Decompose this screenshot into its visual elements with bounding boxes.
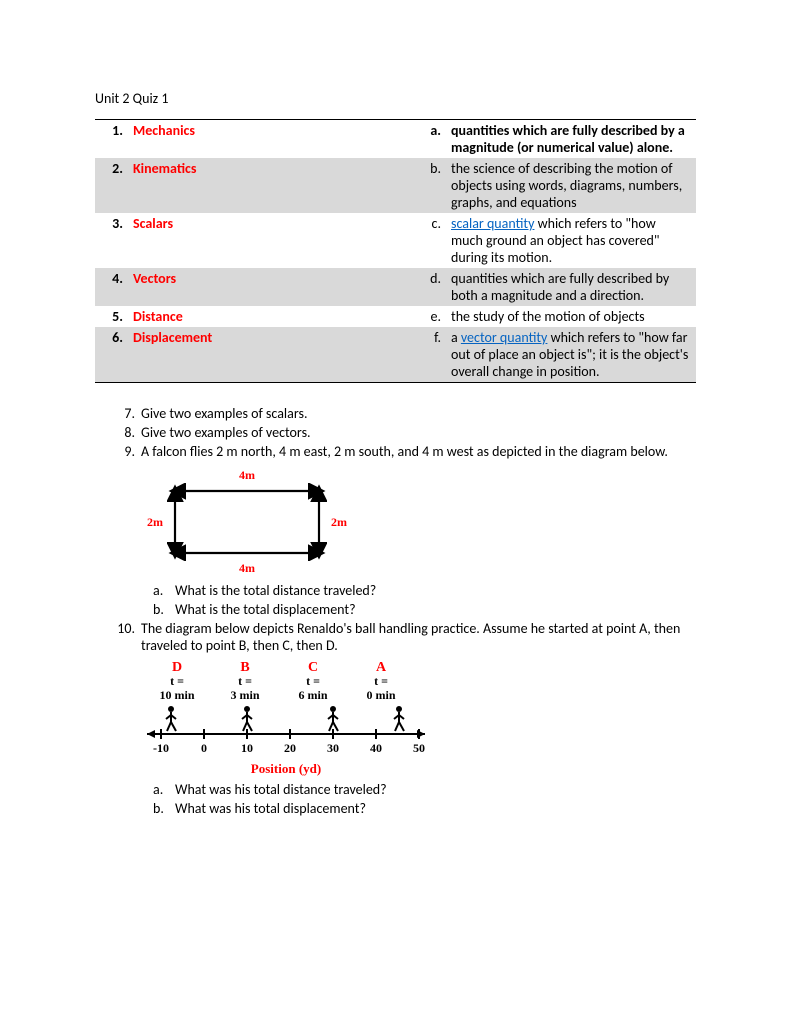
rectangle-diagram: 4m 2m 2m xyxy=(141,466,353,578)
sub-text: What is the total distance traveled? xyxy=(175,582,376,599)
def-letter: c. xyxy=(419,213,447,268)
nl-time: t = xyxy=(149,675,205,688)
numberline-diagram: Dt =10 minBt =3 minCt =6 minAt =0 min -1… xyxy=(141,660,431,777)
sub-text: What was his total displacement? xyxy=(175,800,366,817)
question-text: Give two examples of vectors. xyxy=(141,424,696,441)
question-number: 8. xyxy=(109,424,141,441)
rectangle-svg xyxy=(167,483,327,561)
definition-link[interactable]: vector quantity xyxy=(461,329,548,346)
nl-time: t = xyxy=(353,675,409,688)
term-number: 5. xyxy=(95,306,129,327)
nl-column: At =0 min xyxy=(353,660,409,702)
numberline-svg: -10 0 10 20 30 40 50 xyxy=(141,702,431,754)
definition: scalar quantity which refers to "how muc… xyxy=(447,213,696,268)
term: Distance xyxy=(129,306,419,327)
rect-left-label: 2m xyxy=(143,515,167,530)
question-9b: b. What is the total displacement? xyxy=(95,601,696,618)
def-letter: b. xyxy=(419,158,447,213)
nl-letter: D xyxy=(149,660,205,675)
def-letter: e. xyxy=(419,306,447,327)
sub-text: What was his total distance traveled? xyxy=(175,781,387,798)
question-7: 7. Give two examples of scalars. xyxy=(95,405,696,422)
svg-text:10: 10 xyxy=(241,741,253,754)
term: Mechanics xyxy=(129,120,419,159)
nl-time-val: 0 min xyxy=(353,689,409,702)
question-10b: b. What was his total displacement? xyxy=(95,800,696,817)
axis-label: Position (yd) xyxy=(141,761,431,777)
term: Vectors xyxy=(129,268,419,306)
svg-text:20: 20 xyxy=(284,741,296,754)
term-number: 1. xyxy=(95,120,129,159)
question-8: 8. Give two examples of vectors. xyxy=(95,424,696,441)
nl-time: t = xyxy=(285,675,341,688)
question-10: 10. The diagram below depicts Renaldo's … xyxy=(95,620,696,654)
match-row: 6.Displacementf.a vector quantity which … xyxy=(95,327,696,383)
question-text: The diagram below depicts Renaldo's ball… xyxy=(141,620,696,654)
definition: the study of the motion of objects xyxy=(447,306,696,327)
match-row: 3.Scalarsc.scalar quantity which refers … xyxy=(95,213,696,268)
nl-letter: B xyxy=(217,660,273,675)
svg-text:40: 40 xyxy=(370,741,382,754)
sub-text: What is the total displacement? xyxy=(175,601,356,618)
nl-time-val: 6 min xyxy=(285,689,341,702)
svg-text:0: 0 xyxy=(201,741,207,754)
def-letter: a. xyxy=(419,120,447,159)
definition-link[interactable]: scalar quantity xyxy=(451,215,534,232)
definition: quantities which are fully described by … xyxy=(447,120,696,159)
page-title: Unit 2 Quiz 1 xyxy=(95,90,696,107)
nl-column: Bt =3 min xyxy=(217,660,273,702)
svg-text:30: 30 xyxy=(327,741,339,754)
match-row: 2.Kinematicsb.the science of describing … xyxy=(95,158,696,213)
nl-letter: C xyxy=(285,660,341,675)
question-text: Give two examples of scalars. xyxy=(141,405,696,422)
def-letter: d. xyxy=(419,268,447,306)
match-row: 4.Vectorsd.quantities which are fully de… xyxy=(95,268,696,306)
term-number: 4. xyxy=(95,268,129,306)
term-number: 6. xyxy=(95,327,129,383)
questions-block: 7. Give two examples of scalars. 8. Give… xyxy=(95,405,696,817)
term: Displacement xyxy=(129,327,419,383)
match-row: 5.Distancee.the study of the motion of o… xyxy=(95,306,696,327)
question-number: 10. xyxy=(109,620,141,654)
rect-bottom-label: 4m xyxy=(143,561,351,576)
nl-letter: A xyxy=(353,660,409,675)
definition: quantities which are fully described by … xyxy=(447,268,696,306)
nl-time-val: 3 min xyxy=(217,689,273,702)
svg-text:-10: -10 xyxy=(153,741,169,754)
term-number: 3. xyxy=(95,213,129,268)
def-letter: f. xyxy=(419,327,447,383)
nl-time-val: 10 min xyxy=(149,689,205,702)
nl-column: Ct =6 min xyxy=(285,660,341,702)
sub-letter: b. xyxy=(153,601,175,618)
definition: a vector quantity which refers to "how f… xyxy=(447,327,696,383)
nl-time: t = xyxy=(217,675,273,688)
match-row: 1.Mechanicsa.quantities which are fully … xyxy=(95,120,696,159)
sub-letter: a. xyxy=(153,582,175,599)
question-9a: a. What is the total distance traveled? xyxy=(95,582,696,599)
question-10a: a. What was his total distance traveled? xyxy=(95,781,696,798)
question-text: A falcon flies 2 m north, 4 m east, 2 m … xyxy=(141,443,696,460)
definition: the science of describing the motion of … xyxy=(447,158,696,213)
nl-column: Dt =10 min xyxy=(149,660,205,702)
rect-right-label: 2m xyxy=(327,515,351,530)
term-number: 2. xyxy=(95,158,129,213)
svg-text:50: 50 xyxy=(413,741,425,754)
question-number: 7. xyxy=(109,405,141,422)
question-9: 9. A falcon flies 2 m north, 4 m east, 2… xyxy=(95,443,696,460)
sub-letter: b. xyxy=(153,800,175,817)
matching-table: 1.Mechanicsa.quantities which are fully … xyxy=(95,119,696,383)
term: Scalars xyxy=(129,213,419,268)
rect-top-label: 4m xyxy=(143,468,351,483)
question-number: 9. xyxy=(109,443,141,460)
term: Kinematics xyxy=(129,158,419,213)
sub-letter: a. xyxy=(153,781,175,798)
